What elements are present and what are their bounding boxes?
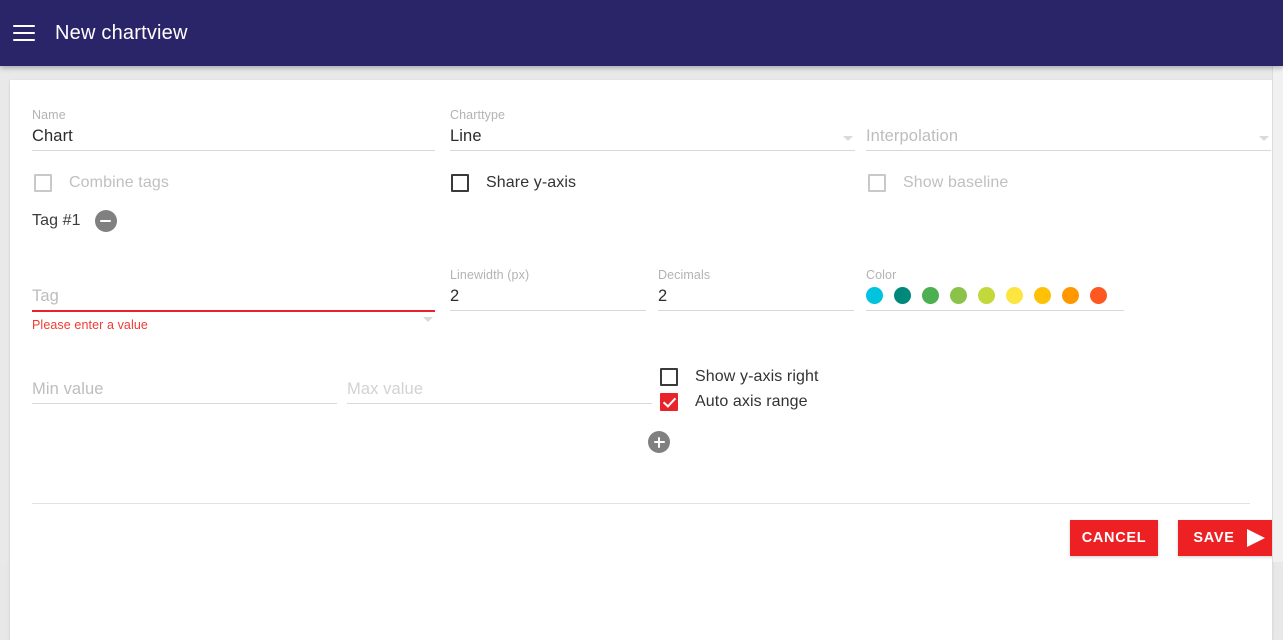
- name-underline: [32, 150, 435, 151]
- combine-tags-checkbox-row[interactable]: Combine tags: [34, 174, 169, 192]
- chevron-down-icon[interactable]: [843, 136, 853, 141]
- color-swatch-4[interactable]: [978, 287, 995, 304]
- charttype-underline: [450, 150, 855, 151]
- page-background: Name Chart Charttype Line Interpolation …: [0, 66, 1283, 640]
- tag-header: Tag #1: [32, 210, 117, 232]
- app-bar: New chartview: [0, 0, 1283, 66]
- show-baseline-checkbox[interactable]: [868, 174, 886, 192]
- max-value-text: Max value: [347, 380, 424, 398]
- color-field[interactable]: Color: [866, 268, 1124, 311]
- auto-axis-range-label: Auto axis range: [695, 393, 808, 410]
- hamburger-icon[interactable]: [13, 25, 35, 41]
- interpolation-label: [866, 108, 1271, 123]
- color-swatch-2[interactable]: [922, 287, 939, 304]
- max-value-field[interactable]: Max value: [347, 376, 652, 404]
- interpolation-field[interactable]: Interpolation: [866, 108, 1271, 151]
- chevron-down-icon[interactable]: [1259, 136, 1269, 141]
- linewidth-field[interactable]: Linewidth (px) 2: [450, 268, 646, 311]
- color-label: Color: [866, 268, 897, 282]
- tag-title: Tag #1: [32, 212, 81, 229]
- chartview-form-card: Name Chart Charttype Line Interpolation …: [10, 80, 1280, 640]
- page-title: New chartview: [55, 21, 188, 44]
- max-value-underline: [347, 403, 652, 404]
- color-swatch-5[interactable]: [1006, 287, 1023, 304]
- name-label: Name: [32, 108, 66, 122]
- show-y-axis-right-checkbox[interactable]: [660, 368, 678, 386]
- show-baseline-label: Show baseline: [903, 174, 1009, 191]
- auto-axis-range-checkbox[interactable]: [660, 393, 678, 411]
- share-y-axis-label: Share y-axis: [486, 174, 577, 191]
- chevron-down-icon[interactable]: [423, 317, 433, 322]
- color-swatch-list: [866, 287, 1118, 304]
- interpolation-underline: [866, 150, 1271, 151]
- min-value-text: Min value: [32, 380, 104, 398]
- decimals-value: 2: [658, 287, 668, 305]
- tag-select-label: [32, 268, 435, 283]
- share-y-axis-checkbox-row[interactable]: Share y-axis: [451, 174, 576, 192]
- cancel-button[interactable]: CANCEL: [1070, 520, 1158, 556]
- tag-select-error: Please enter a value: [32, 318, 148, 332]
- tag-select-underline: [32, 310, 435, 312]
- color-swatch-8[interactable]: [1090, 287, 1107, 304]
- tag-select-field[interactable]: Tag Please enter a value: [32, 268, 435, 332]
- charttype-label: Charttype: [450, 108, 506, 122]
- tag-select-value: Tag: [32, 287, 59, 305]
- charttype-value: Line: [450, 127, 482, 145]
- scrollbar-track[interactable]: [1272, 66, 1283, 562]
- color-swatch-7[interactable]: [1062, 287, 1079, 304]
- linewidth-underline: [450, 310, 646, 311]
- color-swatch-0[interactable]: [866, 287, 883, 304]
- auto-axis-range-checkbox-row[interactable]: Auto axis range: [660, 393, 808, 411]
- decimals-label: Decimals: [658, 268, 711, 282]
- form-divider: [32, 503, 1250, 504]
- color-swatch-3[interactable]: [950, 287, 967, 304]
- linewidth-value: 2: [450, 287, 460, 305]
- show-y-axis-right-checkbox-row[interactable]: Show y-axis right: [660, 368, 819, 386]
- interpolation-value: Interpolation: [866, 127, 959, 145]
- save-button-label: SAVE: [1193, 530, 1235, 546]
- color-underline: [866, 310, 1124, 311]
- decimals-underline: [658, 310, 854, 311]
- combine-tags-label: Combine tags: [69, 174, 169, 191]
- combine-tags-checkbox[interactable]: [34, 174, 52, 192]
- save-button[interactable]: SAVE: [1178, 520, 1280, 556]
- send-icon: [1246, 529, 1265, 547]
- color-swatch-6[interactable]: [1034, 287, 1051, 304]
- show-y-axis-right-label: Show y-axis right: [695, 368, 819, 385]
- min-value-field[interactable]: Min value: [32, 376, 337, 404]
- minus-circle-icon[interactable]: [94, 210, 117, 232]
- color-swatch-area: [866, 283, 1124, 310]
- name-field[interactable]: Name Chart: [32, 108, 435, 151]
- show-baseline-checkbox-row[interactable]: Show baseline: [868, 174, 1008, 192]
- share-y-axis-checkbox[interactable]: [451, 174, 469, 192]
- color-swatch-1[interactable]: [894, 287, 911, 304]
- name-value: Chart: [32, 127, 73, 145]
- plus-circle-icon[interactable]: [648, 431, 670, 453]
- decimals-field[interactable]: Decimals 2: [658, 268, 854, 311]
- charttype-field[interactable]: Charttype Line: [450, 108, 855, 151]
- min-value-underline: [32, 403, 337, 404]
- linewidth-label: Linewidth (px): [450, 268, 530, 282]
